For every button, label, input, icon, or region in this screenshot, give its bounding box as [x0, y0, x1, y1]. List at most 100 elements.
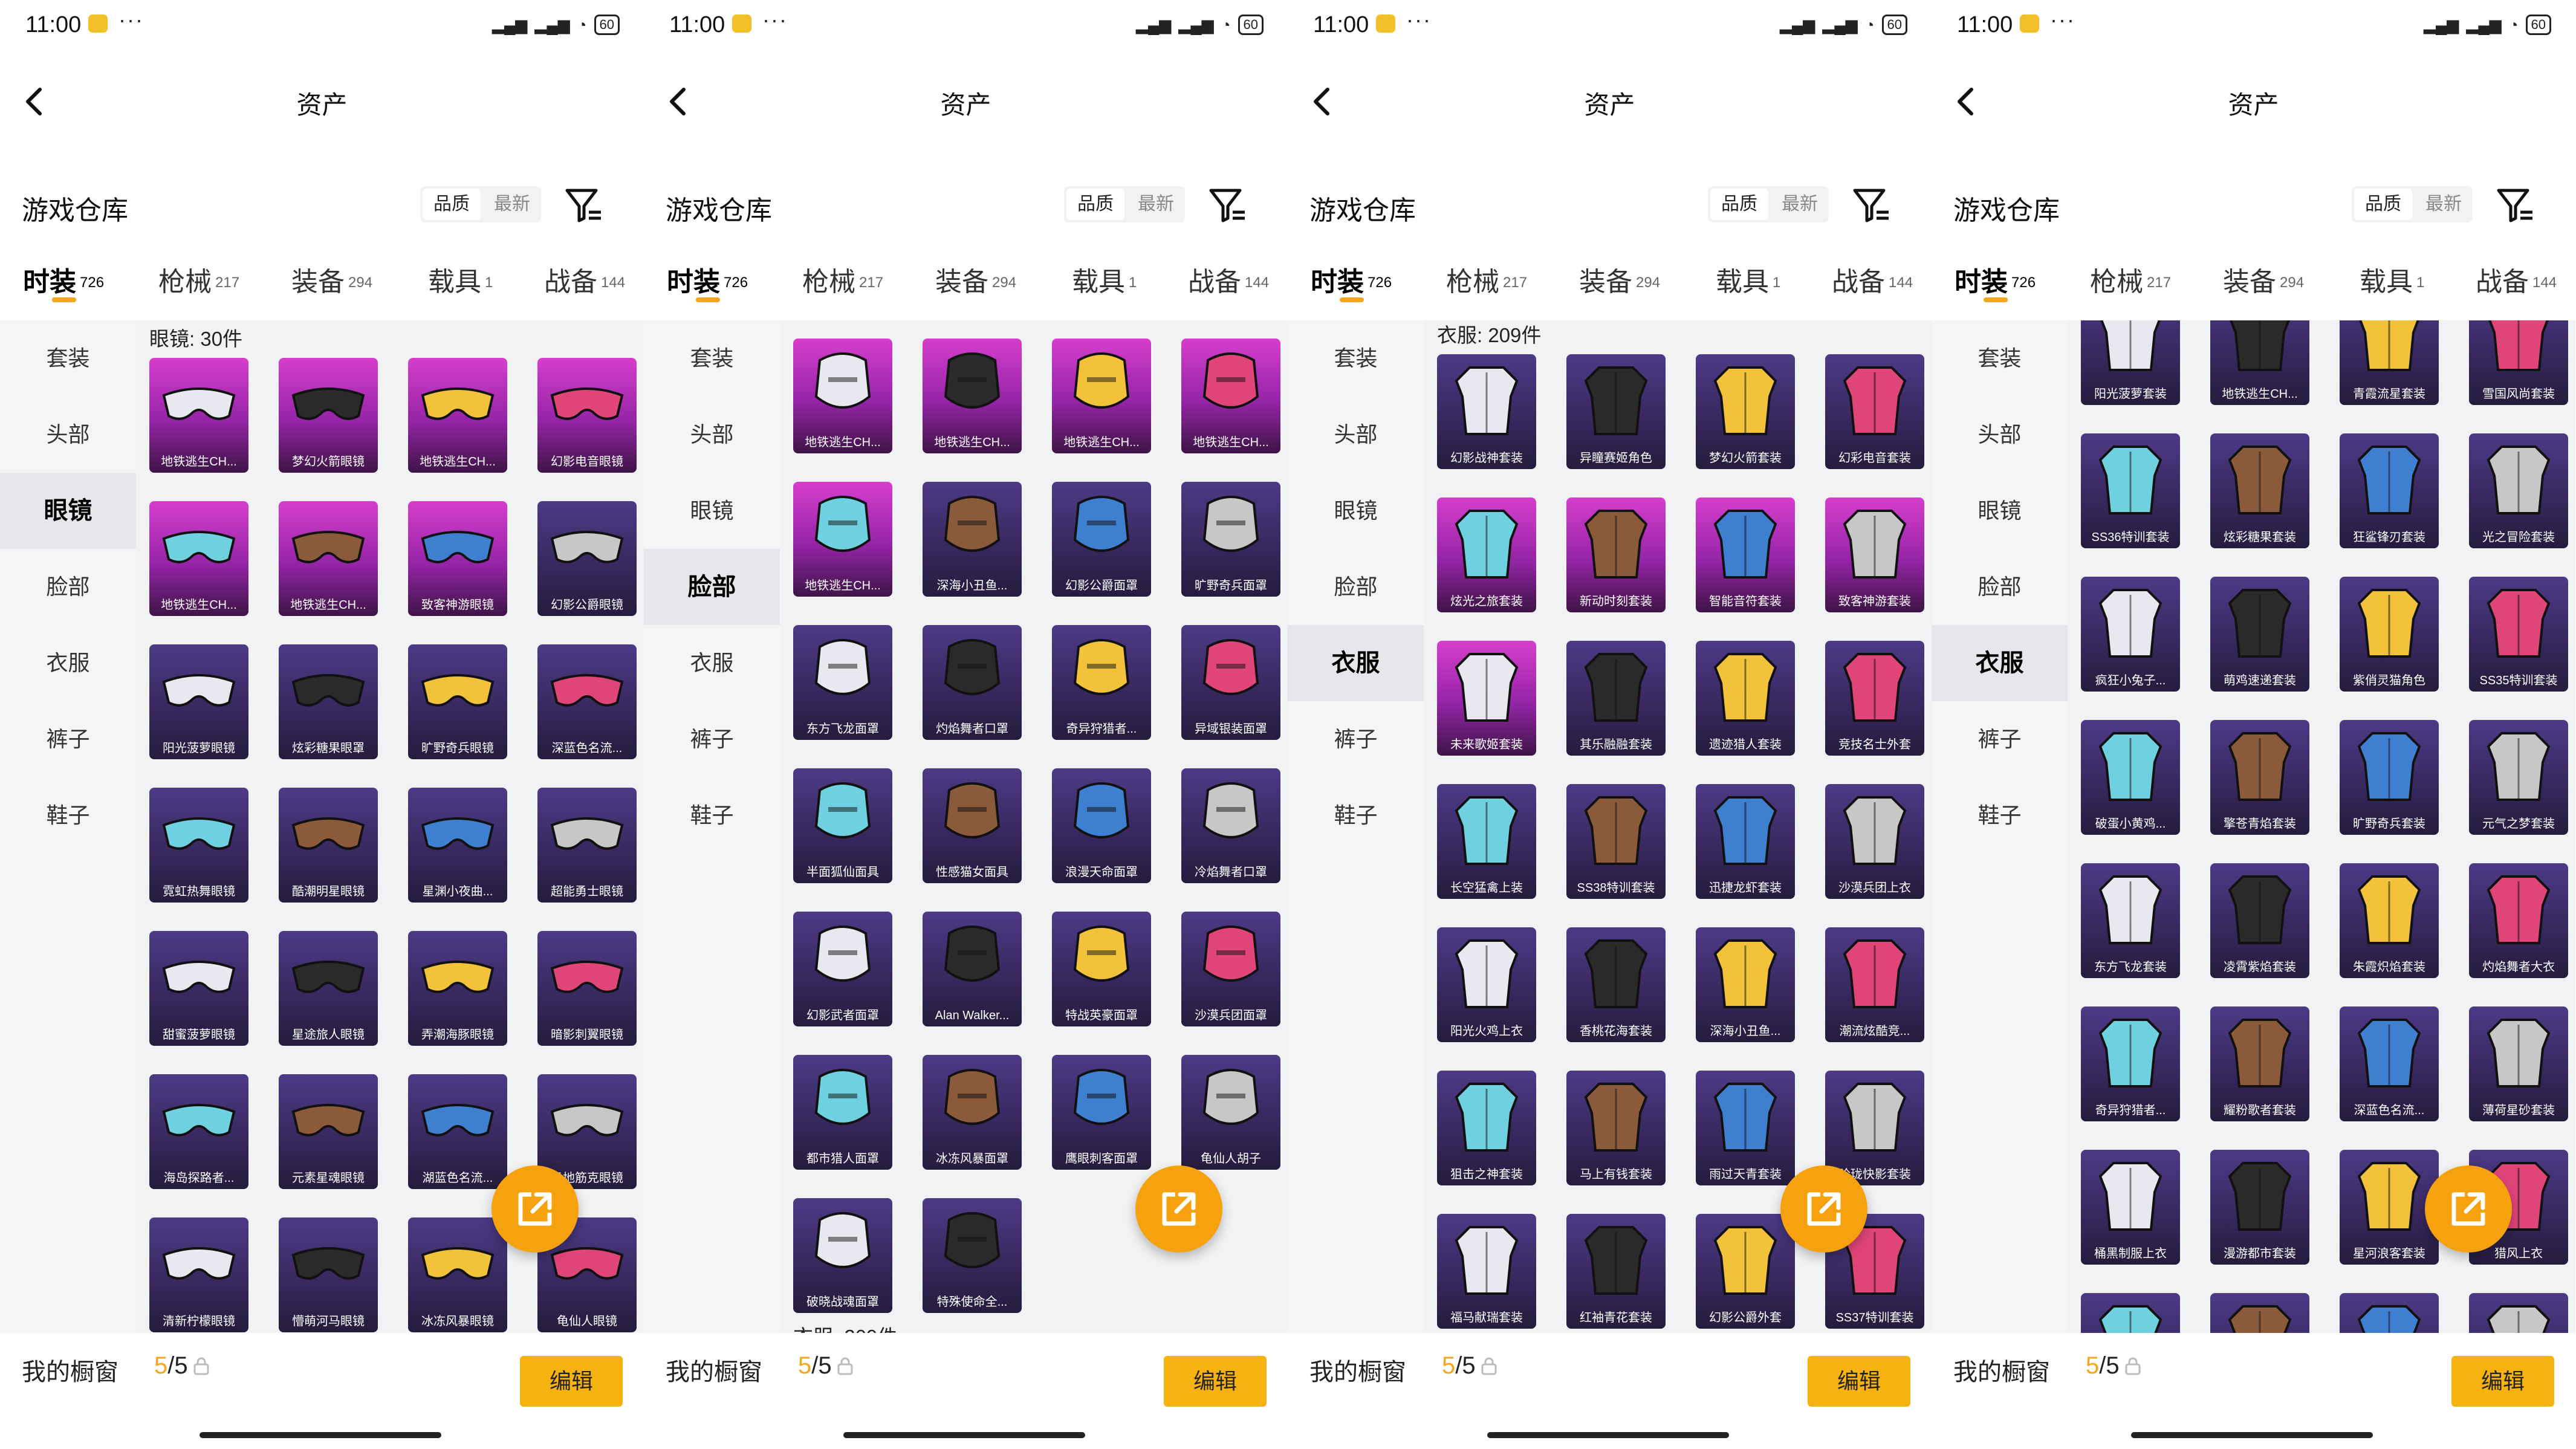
item-card[interactable]: 香桃花海套装 [1566, 927, 1666, 1042]
item-card[interactable]: 长空猛禽上装 [1437, 784, 1536, 899]
sort-newest-button[interactable]: 最新 [1127, 186, 1185, 222]
sidebar-item[interactable]: 衣服 [0, 625, 136, 701]
sidebar-item[interactable]: 衣服 [1288, 625, 1424, 701]
item-card[interactable]: Alan Walker... [923, 912, 1022, 1026]
filter-icon[interactable] [2494, 184, 2536, 227]
item-card[interactable]: 暗影刺翼眼镜 [537, 931, 637, 1046]
sort-newest-button[interactable]: 最新 [2415, 186, 2473, 222]
filter-icon[interactable] [562, 184, 605, 227]
sidebar-item[interactable]: 套装 [1932, 320, 2068, 397]
tab-4[interactable]: 战备 144 [2476, 260, 2557, 299]
item-card[interactable]: 梦幻火箭眼镜 [279, 358, 378, 473]
item-card[interactable]: 旷野奇兵眼镜 [408, 644, 507, 759]
sort-quality-button[interactable]: 品质 [2354, 189, 2412, 220]
tab-2[interactable]: 装备 294 [2223, 260, 2304, 299]
item-card[interactable]: 异域银装面罩 [1181, 625, 1280, 740]
item-card[interactable]: 致客神游套装 [1825, 498, 1924, 612]
item-card[interactable]: 雪国风尚套装 [2469, 320, 2568, 405]
item-card[interactable]: 幻影公爵面罩 [1052, 482, 1151, 597]
tab-3[interactable]: 载具 1 [1072, 260, 1137, 299]
item-card[interactable]: 幻影公爵外套 [1696, 1214, 1795, 1329]
item-card[interactable]: 灼焰舞者大衣 [2469, 863, 2568, 978]
item-card[interactable]: 萌鸡速递套装 [2210, 577, 2309, 692]
sidebar-item[interactable]: 鞋子 [1288, 777, 1424, 854]
item-card[interactable]: 深海小丑鱼... [923, 482, 1022, 597]
tab-1[interactable]: 枪械 217 [1446, 260, 1527, 299]
sidebar-item[interactable]: 眼镜 [644, 473, 780, 549]
sidebar-item[interactable]: 头部 [644, 397, 780, 473]
item-card[interactable]: 特殊使命全... [923, 1198, 1022, 1313]
item-card[interactable]: 青霞流星套装 [2340, 320, 2439, 405]
share-button[interactable] [1780, 1165, 1867, 1253]
edit-button[interactable]: 编辑 [520, 1356, 623, 1407]
tab-1[interactable]: 枪械 217 [158, 260, 239, 299]
sidebar-item[interactable]: 裤子 [0, 701, 136, 777]
item-card[interactable]: 清新柠檬眼镜 [149, 1217, 248, 1332]
item-card[interactable]: 紫俏灵猫角色 [2340, 577, 2439, 692]
sidebar-item[interactable]: 眼镜 [1288, 473, 1424, 549]
tab-4[interactable]: 战备 144 [1832, 260, 1913, 299]
sidebar-item[interactable]: 鞋子 [1932, 777, 2068, 854]
item-card[interactable] [2340, 1293, 2439, 1336]
item-card[interactable]: 冷焰舞者口罩 [1181, 768, 1280, 883]
tab-3[interactable]: 载具 1 [2360, 260, 2424, 299]
sidebar-item[interactable]: 裤子 [1932, 701, 2068, 777]
item-card[interactable] [2210, 1293, 2309, 1336]
item-card[interactable]: 薄荷星砂套装 [2469, 1007, 2568, 1121]
item-card[interactable]: 元气之梦套装 [2469, 720, 2568, 835]
item-card[interactable]: 致客神游眼镜 [408, 501, 507, 616]
item-card[interactable]: 弄潮海豚眼镜 [408, 931, 507, 1046]
item-card[interactable]: 性感猫女面具 [923, 768, 1022, 883]
tab-2[interactable]: 装备 294 [935, 260, 1016, 299]
tab-2[interactable]: 装备 294 [1579, 260, 1660, 299]
sort-quality-button[interactable]: 品质 [1710, 189, 1768, 220]
sidebar-item[interactable]: 头部 [0, 397, 136, 473]
tab-0[interactable]: 时装 726 [667, 260, 748, 299]
item-card[interactable]: 地铁逃生CH... [149, 358, 248, 473]
item-card[interactable]: 地铁逃生CH... [149, 501, 248, 616]
tab-2[interactable]: 装备 294 [291, 260, 372, 299]
item-card[interactable]: 耀粉歌者套装 [2210, 1007, 2309, 1121]
item-card[interactable]: 炫彩糖果眼罩 [279, 644, 378, 759]
item-card[interactable]: 炫彩糖果套装 [2210, 433, 2309, 548]
item-card[interactable]: 疯狂小兔子... [2081, 577, 2180, 692]
filter-icon[interactable] [1850, 184, 1892, 227]
item-card[interactable]: 光之冒险套装 [2469, 433, 2568, 548]
sidebar-item[interactable]: 套装 [1288, 320, 1424, 397]
item-card[interactable]: 深蓝色名流... [537, 644, 637, 759]
item-card[interactable] [2081, 1293, 2180, 1336]
item-card[interactable]: 幻影公爵眼镜 [537, 501, 637, 616]
item-card[interactable]: 半面狐仙面具 [793, 768, 892, 883]
sort-quality-button[interactable]: 品质 [1066, 189, 1124, 220]
item-card[interactable]: 竞技名士外套 [1825, 641, 1924, 756]
item-card[interactable]: 智能音符套装 [1696, 498, 1795, 612]
sidebar-item[interactable]: 眼镜 [0, 473, 136, 549]
item-card[interactable]: 元素星魂眼镜 [279, 1074, 378, 1189]
item-card[interactable]: 特战英豪面罩 [1052, 912, 1151, 1026]
item-card[interactable]: 异瞳赛姬角色 [1566, 354, 1666, 469]
item-card[interactable]: 地铁逃生CH... [923, 339, 1022, 453]
item-card[interactable]: 福马献瑞套装 [1437, 1214, 1536, 1329]
item-card[interactable]: 未来歌姬套装 [1437, 641, 1536, 756]
item-card[interactable]: 星途旅人眼镜 [279, 931, 378, 1046]
item-card[interactable]: 奇异狩猎者... [1052, 625, 1151, 740]
item-card[interactable]: 地铁逃生CH... [408, 358, 507, 473]
sidebar-item[interactable]: 头部 [1932, 397, 2068, 473]
item-card[interactable]: 幻影战神套装 [1437, 354, 1536, 469]
item-card[interactable]: 甜蜜菠萝眼镜 [149, 931, 248, 1046]
item-card[interactable]: 星渊小夜曲... [408, 788, 507, 903]
item-card[interactable]: 深蓝色名流... [2340, 1007, 2439, 1121]
item-card[interactable]: 幻影电音眼镜 [537, 358, 637, 473]
sidebar-item[interactable]: 鞋子 [0, 777, 136, 854]
tab-0[interactable]: 时装 726 [1311, 260, 1392, 299]
item-card[interactable]: 地铁逃生CH... [1052, 339, 1151, 453]
edit-button[interactable]: 编辑 [1164, 1356, 1267, 1407]
sort-quality-button[interactable]: 品质 [423, 189, 481, 220]
sidebar-item[interactable]: 套装 [0, 320, 136, 397]
item-card[interactable]: SS35特训套装 [2469, 577, 2568, 692]
item-card[interactable]: 鹰眼刺客面罩 [1052, 1055, 1151, 1170]
item-card[interactable]: 霓虹热舞眼镜 [149, 788, 248, 903]
sidebar-item[interactable]: 鞋子 [644, 777, 780, 854]
item-card[interactable]: 奇异狩猎者... [2081, 1007, 2180, 1121]
tab-1[interactable]: 枪械 217 [2090, 260, 2171, 299]
